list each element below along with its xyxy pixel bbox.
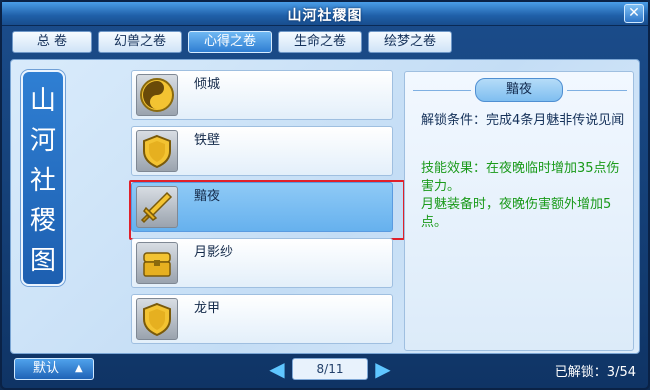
triangle-up-icon: ▲	[75, 363, 83, 374]
unlock-count: 已解锁：3/54	[554, 365, 636, 380]
footer-bar: 默认 ▲ ◀ 8/11 ▶ 已解锁：3/54	[2, 354, 648, 388]
divider	[567, 90, 627, 91]
title-bar: 山河社稷图 ✕	[2, 2, 648, 26]
list-item[interactable]: 龙甲	[131, 294, 393, 344]
banner-char: 稷	[29, 206, 56, 236]
next-page-button[interactable]: ▶	[372, 358, 394, 380]
chest-icon	[136, 242, 178, 284]
window-title: 山河社稷图	[287, 8, 363, 24]
item-name: 铁壁	[194, 133, 221, 148]
equip-bonus: 月魅装备时，夜晚伤害额外增加5点。	[421, 197, 612, 230]
list-item[interactable]: 铁壁	[131, 126, 393, 176]
selection-highlight	[129, 180, 405, 240]
shield-icon	[136, 298, 178, 340]
tab-dreams[interactable]: 绘梦之卷	[368, 31, 452, 53]
page-indicator: 8/11	[292, 358, 368, 380]
sort-dropdown[interactable]: 默认 ▲	[14, 358, 94, 380]
detail-pane: 黯夜 解锁条件：完成4条月魅非传说见闻 技能效果：在夜晚临时增加35点伤害力。 …	[404, 71, 634, 351]
item-name: 龙甲	[194, 301, 221, 316]
banner-char: 社	[29, 166, 56, 196]
detail-title: 黯夜	[475, 78, 563, 102]
divider	[413, 90, 471, 91]
tab-beasts[interactable]: 幻兽之卷	[98, 31, 182, 53]
skill-effect: 技能效果：在夜晚临时增加35点伤害力。	[421, 161, 620, 194]
unlock-condition: 解锁条件：完成4条月魅非传说见闻	[421, 113, 625, 128]
list-item[interactable]: 月影纱	[131, 238, 393, 288]
tab-life[interactable]: 生命之卷	[278, 31, 362, 53]
scroll-banner: 山 河 社 稷 图	[21, 70, 65, 286]
banner-char: 图	[29, 246, 56, 276]
sort-label: 默认	[33, 361, 60, 376]
shield-icon	[136, 130, 178, 172]
banner-char: 河	[29, 126, 56, 156]
window: 山河社稷图 ✕ 总 卷 幻兽之卷 心得之卷 生命之卷 绘梦之卷 山 河 社 稷 …	[0, 0, 650, 390]
item-name: 倾城	[194, 77, 221, 92]
tab-insights[interactable]: 心得之卷	[188, 31, 272, 53]
close-button[interactable]: ✕	[624, 4, 644, 23]
tab-general[interactable]: 总 卷	[12, 31, 92, 53]
list-item[interactable]: 倾城	[131, 70, 393, 120]
yin-yang-icon	[136, 74, 178, 116]
banner-char: 山	[29, 86, 56, 116]
item-name: 月影纱	[194, 245, 234, 260]
content-panel: 山 河 社 稷 图 倾城 铁壁 黯夜 月影纱 龙甲 黯夜 解锁条件：完成4条月魅…	[10, 59, 640, 354]
prev-page-button[interactable]: ◀	[266, 358, 288, 380]
